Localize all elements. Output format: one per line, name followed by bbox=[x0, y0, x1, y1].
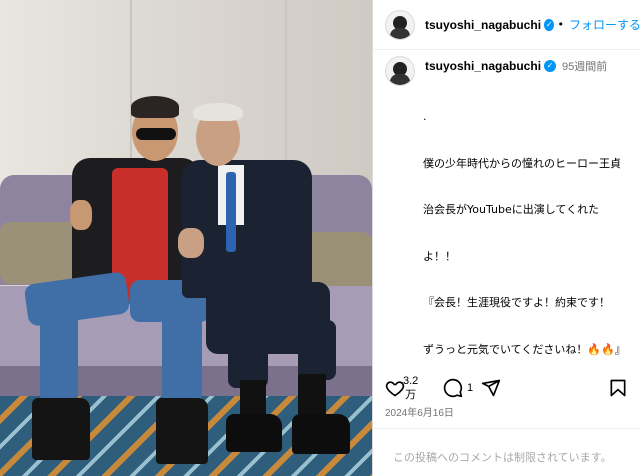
caption-avatar[interactable] bbox=[385, 56, 415, 86]
verified-badge-icon: ✓ bbox=[544, 60, 557, 72]
hand-thumbs-up bbox=[178, 228, 204, 258]
separator-dot: • bbox=[557, 18, 564, 31]
divider bbox=[373, 428, 640, 429]
jeans-left-shin bbox=[40, 310, 78, 406]
bookmark-icon[interactable] bbox=[609, 378, 627, 398]
post-photo[interactable] bbox=[0, 0, 372, 476]
shoe-right bbox=[292, 414, 350, 454]
like-count-number: 3.2 bbox=[403, 375, 419, 387]
dark-suit bbox=[182, 160, 312, 298]
post-time-ago[interactable]: 95週間前 bbox=[562, 58, 607, 74]
white-hair bbox=[193, 103, 243, 121]
sofa-cushion bbox=[0, 222, 80, 284]
paper-plane-icon[interactable] bbox=[481, 378, 501, 398]
caption: tsuyoshi_nagabuchi ✓ 95週間前 . 僕の少年時代からの憧れ… bbox=[385, 56, 631, 388]
header-username[interactable]: tsuyoshi_nagabuchi bbox=[425, 18, 541, 32]
verified-badge-icon: ✓ bbox=[544, 18, 555, 31]
caption-line: 『会長！生涯現役ですよ！約束です！ bbox=[423, 296, 610, 309]
sunglasses bbox=[136, 128, 176, 140]
post-date[interactable]: 2024年6月16日 bbox=[385, 404, 454, 419]
caption-line: ずうっと元気でいてくださいね！🔥🔥』 bbox=[423, 342, 626, 356]
hair bbox=[131, 96, 179, 118]
comment-bubble-icon[interactable] bbox=[443, 378, 463, 398]
hand-thumbs-up bbox=[70, 200, 92, 230]
caption-meta: tsuyoshi_nagabuchi ✓ 95週間前 bbox=[415, 56, 607, 76]
shoe-left bbox=[226, 414, 282, 452]
comment-count[interactable]: 1 bbox=[467, 382, 473, 394]
follow-button[interactable]: フォローする bbox=[569, 16, 640, 33]
boot-right bbox=[156, 398, 208, 464]
action-bar: 3.2 万 1 bbox=[373, 370, 640, 404]
jeans-right-shin bbox=[162, 310, 202, 406]
post-sidebar: tsuyoshi_nagabuchi ✓ • フォローする tsuyoshi_n… bbox=[372, 0, 640, 476]
caption-username[interactable]: tsuyoshi_nagabuchi bbox=[425, 59, 541, 73]
avatar-body bbox=[390, 74, 410, 85]
like-count-unit: 万 bbox=[405, 389, 417, 401]
like-count[interactable]: 3.2 万 bbox=[403, 376, 418, 401]
avatar-body bbox=[390, 27, 410, 39]
caption-text: . 僕の少年時代からの憧れのヒーロー王貞 治会長がYouTubeに出演してくれた… bbox=[423, 78, 631, 388]
caption-line: 治会長がYouTubeに出演してくれた bbox=[423, 203, 600, 216]
heart-icon[interactable] bbox=[385, 378, 405, 398]
avatar[interactable] bbox=[385, 9, 415, 40]
caption-line: . bbox=[423, 110, 427, 123]
blue-tie bbox=[226, 172, 236, 252]
caption-line: 僕の少年時代からの憧れのヒーロー王貞 bbox=[423, 156, 621, 170]
boot-left bbox=[32, 398, 90, 460]
trouser-right bbox=[298, 320, 336, 380]
instagram-post: tsuyoshi_nagabuchi ✓ • フォローする tsuyoshi_n… bbox=[0, 0, 640, 476]
caption-line: よ！！ bbox=[423, 249, 456, 263]
comments-restricted-notice: この投稿へのコメントは制限されています。 bbox=[393, 451, 612, 464]
post-header: tsuyoshi_nagabuchi ✓ • フォローする bbox=[373, 0, 640, 50]
